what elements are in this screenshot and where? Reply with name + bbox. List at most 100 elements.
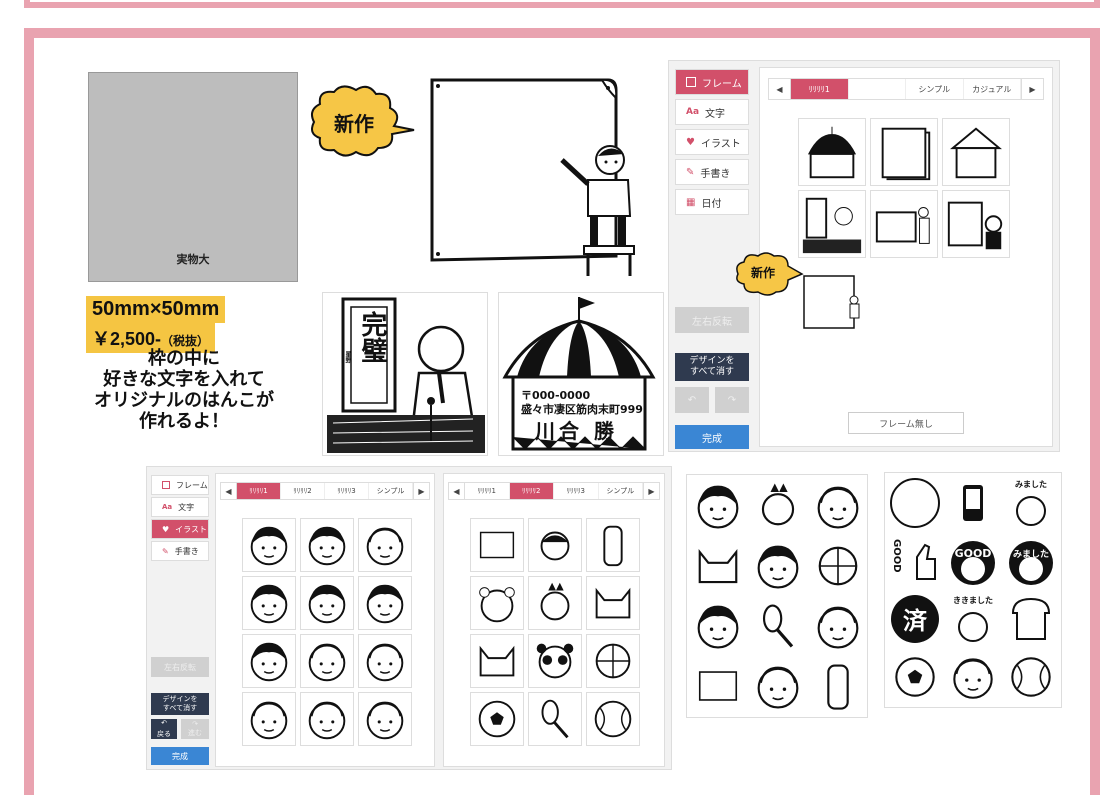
tab-simple[interactable]: シンプル [599, 483, 643, 499]
tab-prev-arrow[interactable]: ◀ [221, 483, 237, 499]
tab-blank[interactable] [849, 79, 906, 99]
sidebar-item-handwrite[interactable]: ✎ 手書き [675, 159, 749, 185]
sidebar-item-frame[interactable]: フレーム [675, 69, 749, 95]
tab-prev-arrow[interactable]: ◀ [769, 79, 791, 99]
illust-option-animal[interactable] [586, 576, 640, 630]
sidebar-item-handwrite[interactable]: ✎ 手書き [151, 541, 209, 561]
illust-option-face[interactable] [358, 576, 412, 630]
illust-option-face[interactable] [358, 634, 412, 688]
word-stamp-good: GOOD [945, 533, 1001, 589]
frame-option-house[interactable] [942, 118, 1010, 186]
illust-panel-animals: ◀ ﾘﾘﾘﾘ1 ﾘﾘﾘﾘ2 ﾘﾘﾘﾘ3 シンプル ▶ [443, 473, 665, 767]
back-icon: ↶ [161, 719, 167, 727]
sidebar-label: イラスト [175, 524, 208, 534]
undo-icon: ↶ [687, 394, 697, 406]
tab-set1[interactable]: ﾘﾘﾘﾘ1 [791, 79, 849, 99]
illust-option-animal[interactable] [470, 518, 524, 572]
frame-option-kanpeki[interactable] [798, 190, 866, 258]
illust-option-face[interactable] [300, 692, 354, 746]
redo-button[interactable]: ↷ [715, 387, 749, 413]
sidebar-item-text[interactable]: Aa 文字 [675, 99, 749, 125]
sidebar-item-date[interactable]: ▦ 日付 [675, 189, 749, 215]
illust-option-face[interactable] [242, 692, 296, 746]
frame-illustration-man-pointing [428, 76, 648, 286]
tab-simple[interactable]: シンプル [906, 79, 964, 99]
back-button[interactable]: ↶ 戻る [151, 719, 177, 739]
tab-set1[interactable]: ﾘﾘﾘﾘ1 [465, 483, 510, 499]
tab-set2[interactable]: ﾘﾘﾘﾘ2 [281, 483, 325, 499]
frame-option-memo[interactable] [870, 118, 938, 186]
reflect-button[interactable]: 左右反転 [675, 307, 749, 333]
illust-option-face[interactable] [242, 576, 296, 630]
tagline-line: オリジナルのはんこが [94, 390, 274, 411]
reflect-button[interactable]: 左右反転 [151, 657, 209, 677]
illust-panel-faces: ◀ ﾘﾘﾘﾘ1 ﾘﾘﾘﾘ2 ﾘﾘﾘﾘ3 シンプル ▶ [215, 473, 435, 767]
word-stamp-sumi: 済 [887, 591, 943, 647]
tab-set2[interactable]: ﾘﾘﾘﾘ2 [509, 483, 554, 499]
illust-option-animal[interactable] [528, 576, 582, 630]
word-stamp-text: みました [1015, 480, 1047, 489]
editor-frame-panel: フレーム Aa 文字 ♥ イラスト ✎ 手書き ▦ 日付 左右反転 デザインを すべて消す… [668, 60, 1060, 452]
illust-option-animal[interactable] [470, 634, 524, 688]
pencil-icon: ✎ [162, 546, 169, 556]
illust-option-animal[interactable] [586, 634, 640, 688]
illust-option-face[interactable] [242, 634, 296, 688]
frame-option-tent[interactable] [798, 118, 866, 186]
illust-option-animal[interactable] [528, 634, 582, 688]
square-icon [686, 77, 696, 87]
character-stamp [945, 649, 1001, 705]
clear-all-button[interactable]: デザインを すべて消す [151, 693, 209, 715]
illust-option-face[interactable] [300, 634, 354, 688]
illust-option-face[interactable] [358, 518, 412, 572]
word-stamp-text: ききました [953, 596, 993, 605]
sidebar-item-illust[interactable]: ♥ イラスト [675, 129, 749, 155]
sidebar-item-illust[interactable]: ♥ イラスト [151, 519, 209, 539]
forward-icon: ↷ [192, 720, 198, 728]
illust-option-face[interactable] [300, 576, 354, 630]
tab-set3[interactable]: ﾘﾘﾘﾘ3 [325, 483, 369, 499]
frame-option-board-man[interactable] [870, 190, 938, 258]
tab-next-arrow[interactable]: ▶ [413, 483, 429, 499]
frame-option-board-boy[interactable] [942, 190, 1010, 258]
tab-casual[interactable]: カジュアル [964, 79, 1021, 99]
tab-simple[interactable]: シンプル [369, 483, 413, 499]
character-stamp [809, 657, 867, 715]
illust-option-animal[interactable] [470, 576, 524, 630]
tab-set1[interactable]: ﾘﾘﾘﾘ1 [237, 483, 281, 499]
word-stamp-text: GOOD [891, 539, 902, 573]
stamp-name: 川合 勝 [535, 419, 618, 443]
frame-option-new-pointing[interactable] [802, 274, 860, 330]
forward-button[interactable]: ↷ 進む [181, 719, 209, 739]
tab-set3[interactable]: ﾘﾘﾘﾘ3 [554, 483, 599, 499]
character-stamp [689, 537, 747, 595]
illust-option-animal[interactable] [586, 692, 640, 746]
character-stamp [749, 537, 807, 595]
bread-stamp [1003, 591, 1059, 647]
sidebar-label: 手書き [174, 546, 199, 556]
illust-option-animal[interactable] [528, 692, 582, 746]
no-frame-button[interactable]: フレーム無し [848, 412, 964, 434]
tab-prev-arrow[interactable]: ◀ [449, 483, 465, 499]
illust-option-animal[interactable] [528, 518, 582, 572]
text-icon: Aa [162, 503, 173, 511]
illust-option-animal[interactable] [586, 518, 640, 572]
undo-button[interactable]: ↶ [675, 387, 709, 413]
illust-option-face[interactable] [358, 692, 412, 746]
clear-all-button[interactable]: デザインを すべて消す [675, 353, 749, 381]
character-stamp [1003, 649, 1059, 705]
stamp-size: 50mm×50mm [86, 296, 226, 323]
illust-option-face[interactable] [242, 518, 296, 572]
sidebar-item-frame[interactable]: フレーム [151, 475, 209, 495]
illust-option-face[interactable] [300, 518, 354, 572]
done-button[interactable]: 完成 [675, 425, 749, 449]
sidebar-label: 文字 [178, 502, 195, 512]
tab-next-arrow[interactable]: ▶ [643, 483, 659, 499]
tagline: 枠の中に 好きな文字を入れて オリジナルのはんこが 作れるよ！ [64, 348, 304, 432]
sidebar-item-text[interactable]: Aa 文字 [151, 497, 209, 517]
new-badge-text-small: 新作 [750, 266, 775, 280]
character-stamp [689, 477, 747, 535]
character-stamp [689, 657, 747, 715]
done-button[interactable]: 完成 [151, 747, 209, 765]
illust-option-animal[interactable] [470, 692, 524, 746]
tab-next-arrow[interactable]: ▶ [1021, 79, 1043, 99]
